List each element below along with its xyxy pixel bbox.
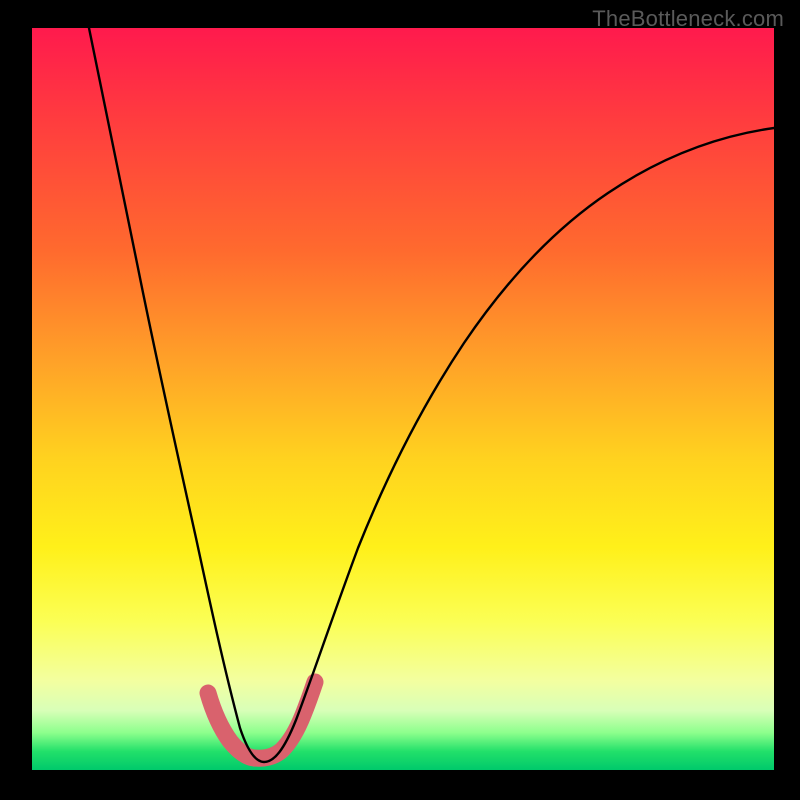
chart-frame: TheBottleneck.com [0,0,800,800]
curve-layer [32,28,774,770]
plot-area [32,28,774,770]
highlight-band-path [208,682,315,758]
bottleneck-curve-path [89,28,774,762]
